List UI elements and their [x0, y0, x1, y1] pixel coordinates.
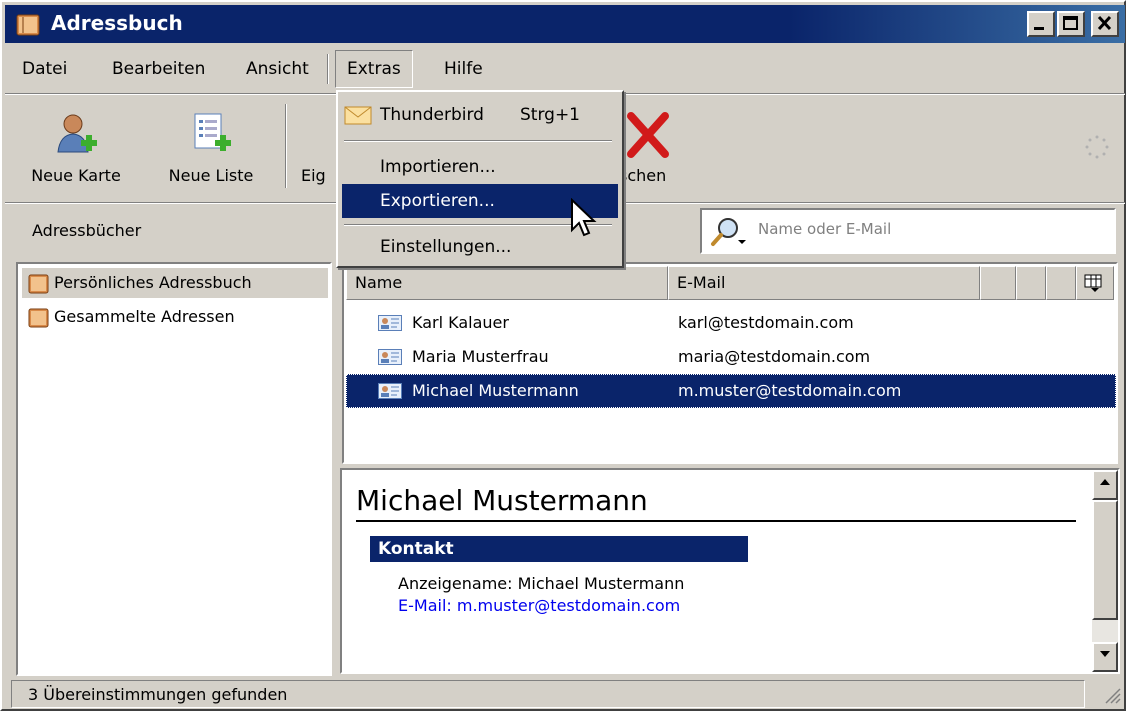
menu-bearbeiten[interactable]: Bearbeiten — [101, 52, 216, 86]
search-icon — [711, 218, 746, 246]
contact-email: karl@testdomain.com — [678, 313, 854, 332]
activity-throbber-icon — [1085, 135, 1109, 159]
column-header-extra[interactable] — [1016, 266, 1046, 300]
contact-card-icon — [378, 383, 402, 399]
menu-item-shortcut: Strg+1 — [520, 105, 580, 125]
scroll-down-button[interactable] — [1092, 642, 1118, 672]
card-email-link[interactable]: E-Mail: m.muster@testdomain.com — [398, 596, 680, 615]
contact-row[interactable]: Karl Kalauer karl@testdomain.com — [346, 306, 1116, 340]
resize-grip-icon[interactable] — [1101, 684, 1121, 704]
address-books-header-label: Adressbücher — [32, 221, 142, 240]
menu-extras[interactable]: Extras — [335, 50, 413, 88]
address-books-tree[interactable]: Persönliches Adressbuch Gesammelte Adres… — [16, 262, 332, 676]
address-book-label: Persönliches Adressbuch — [54, 273, 252, 292]
menu-label: Hilfe — [444, 59, 483, 79]
column-picker-icon — [1084, 274, 1102, 292]
delete-button[interactable]: schen — [617, 102, 697, 194]
address-book-label: Gesammelte Adressen — [54, 307, 235, 326]
card-contact-name: Michael Mustermann — [356, 482, 1076, 522]
contact-email: maria@testdomain.com — [678, 347, 871, 366]
address-books-header: Adressbücher — [16, 206, 338, 256]
menu-item-import[interactable]: Importieren... — [342, 150, 618, 184]
column-picker-button[interactable] — [1076, 266, 1114, 300]
delete-icon — [627, 112, 669, 158]
column-header-extra[interactable] — [1046, 266, 1076, 300]
new-list-label: Neue Liste — [168, 166, 254, 185]
address-book-icon — [28, 308, 49, 328]
menu-separator — [344, 140, 612, 142]
contact-card-icon — [378, 349, 402, 365]
arrow-up-icon — [1100, 479, 1110, 485]
properties-button[interactable]: Eig — [295, 102, 335, 194]
minimize-icon — [1034, 27, 1044, 30]
new-card-label: Neue Karte — [31, 166, 121, 185]
close-button[interactable] — [1091, 11, 1119, 37]
menu-bar: Datei Bearbeiten Ansicht Extras Hilfe — [5, 48, 1125, 92]
close-icon — [1097, 15, 1112, 31]
properties-label: Eig — [301, 166, 326, 185]
menu-item-label: Thunderbird — [380, 105, 484, 125]
delete-label: schen — [619, 166, 667, 185]
address-book-window: Adressbuch Datei Bearbeiten Ansicht Extr… — [0, 0, 1126, 711]
window-title: Adressbuch — [51, 11, 183, 35]
column-header-extra[interactable] — [980, 266, 1016, 300]
contact-card-icon — [378, 315, 402, 331]
menu-item-label: Exportieren... — [380, 191, 495, 211]
address-book-icon — [28, 274, 49, 294]
contacts-list[interactable]: Name E-Mail Karl Kalauer karl@testdomain… — [342, 262, 1118, 464]
menu-label: Bearbeiten — [112, 59, 206, 79]
address-book-icon — [16, 14, 40, 36]
scroll-up-button[interactable] — [1092, 470, 1118, 500]
address-book-personal[interactable]: Persönliches Adressbuch — [22, 268, 328, 298]
contact-card-view: Michael Mustermann Kontakt Anzeigename: … — [340, 468, 1120, 674]
menu-item-label: Importieren... — [380, 157, 496, 177]
menubar-separator — [327, 54, 329, 84]
search-input[interactable]: Name oder E-Mail — [700, 208, 1116, 254]
contact-name: Karl Kalauer — [412, 313, 509, 332]
menu-datei[interactable]: Datei — [11, 52, 78, 86]
menu-hilfe[interactable]: Hilfe — [433, 52, 494, 86]
status-text: 3 Übereinstimmungen gefunden — [11, 680, 1085, 708]
column-header-label: E-Mail — [677, 273, 726, 292]
new-card-icon — [57, 114, 97, 153]
status-bar: 3 Übereinstimmungen gefunden — [5, 678, 1125, 710]
contact-row[interactable]: Maria Musterfrau maria@testdomain.com — [346, 340, 1116, 374]
menu-label: Datei — [22, 59, 68, 79]
menu-item-thunderbird[interactable]: Thunderbird Strg+1 — [342, 98, 618, 132]
column-header-email[interactable]: E-Mail — [668, 266, 980, 300]
arrow-down-icon — [1100, 651, 1110, 657]
new-card-button[interactable]: Neue Karte — [13, 102, 139, 194]
toolbar-separator — [285, 104, 287, 188]
search-placeholder: Name oder E-Mail — [758, 220, 892, 238]
address-book-collected[interactable]: Gesammelte Adressen — [22, 302, 328, 332]
maximize-icon — [1063, 16, 1078, 30]
contact-name: Maria Musterfrau — [412, 347, 549, 366]
minimize-button[interactable] — [1027, 11, 1055, 37]
new-list-icon — [194, 113, 231, 151]
new-list-button[interactable]: Neue Liste — [151, 102, 271, 194]
menu-label: Extras — [347, 59, 401, 79]
contact-row-selected[interactable]: Michael Mustermann m.muster@testdomain.c… — [346, 374, 1116, 408]
menu-item-label: Einstellungen... — [380, 237, 512, 257]
maximize-button[interactable] — [1057, 11, 1085, 37]
mail-envelope-icon — [344, 106, 372, 125]
column-header-label: Name — [355, 273, 403, 292]
scroll-thumb[interactable] — [1092, 500, 1118, 620]
menu-label: Ansicht — [246, 59, 309, 79]
mouse-pointer-icon — [571, 198, 597, 237]
column-header-name[interactable]: Name — [346, 266, 668, 300]
contact-name: Michael Mustermann — [412, 381, 579, 400]
contact-email: m.muster@testdomain.com — [678, 381, 902, 400]
card-section-header: Kontakt — [370, 536, 748, 562]
menu-ansicht[interactable]: Ansicht — [235, 52, 320, 86]
card-vertical-scrollbar[interactable] — [1092, 470, 1118, 672]
title-bar[interactable]: Adressbuch — [5, 5, 1125, 43]
card-display-name: Anzeigename: Michael Mustermann — [398, 574, 685, 593]
